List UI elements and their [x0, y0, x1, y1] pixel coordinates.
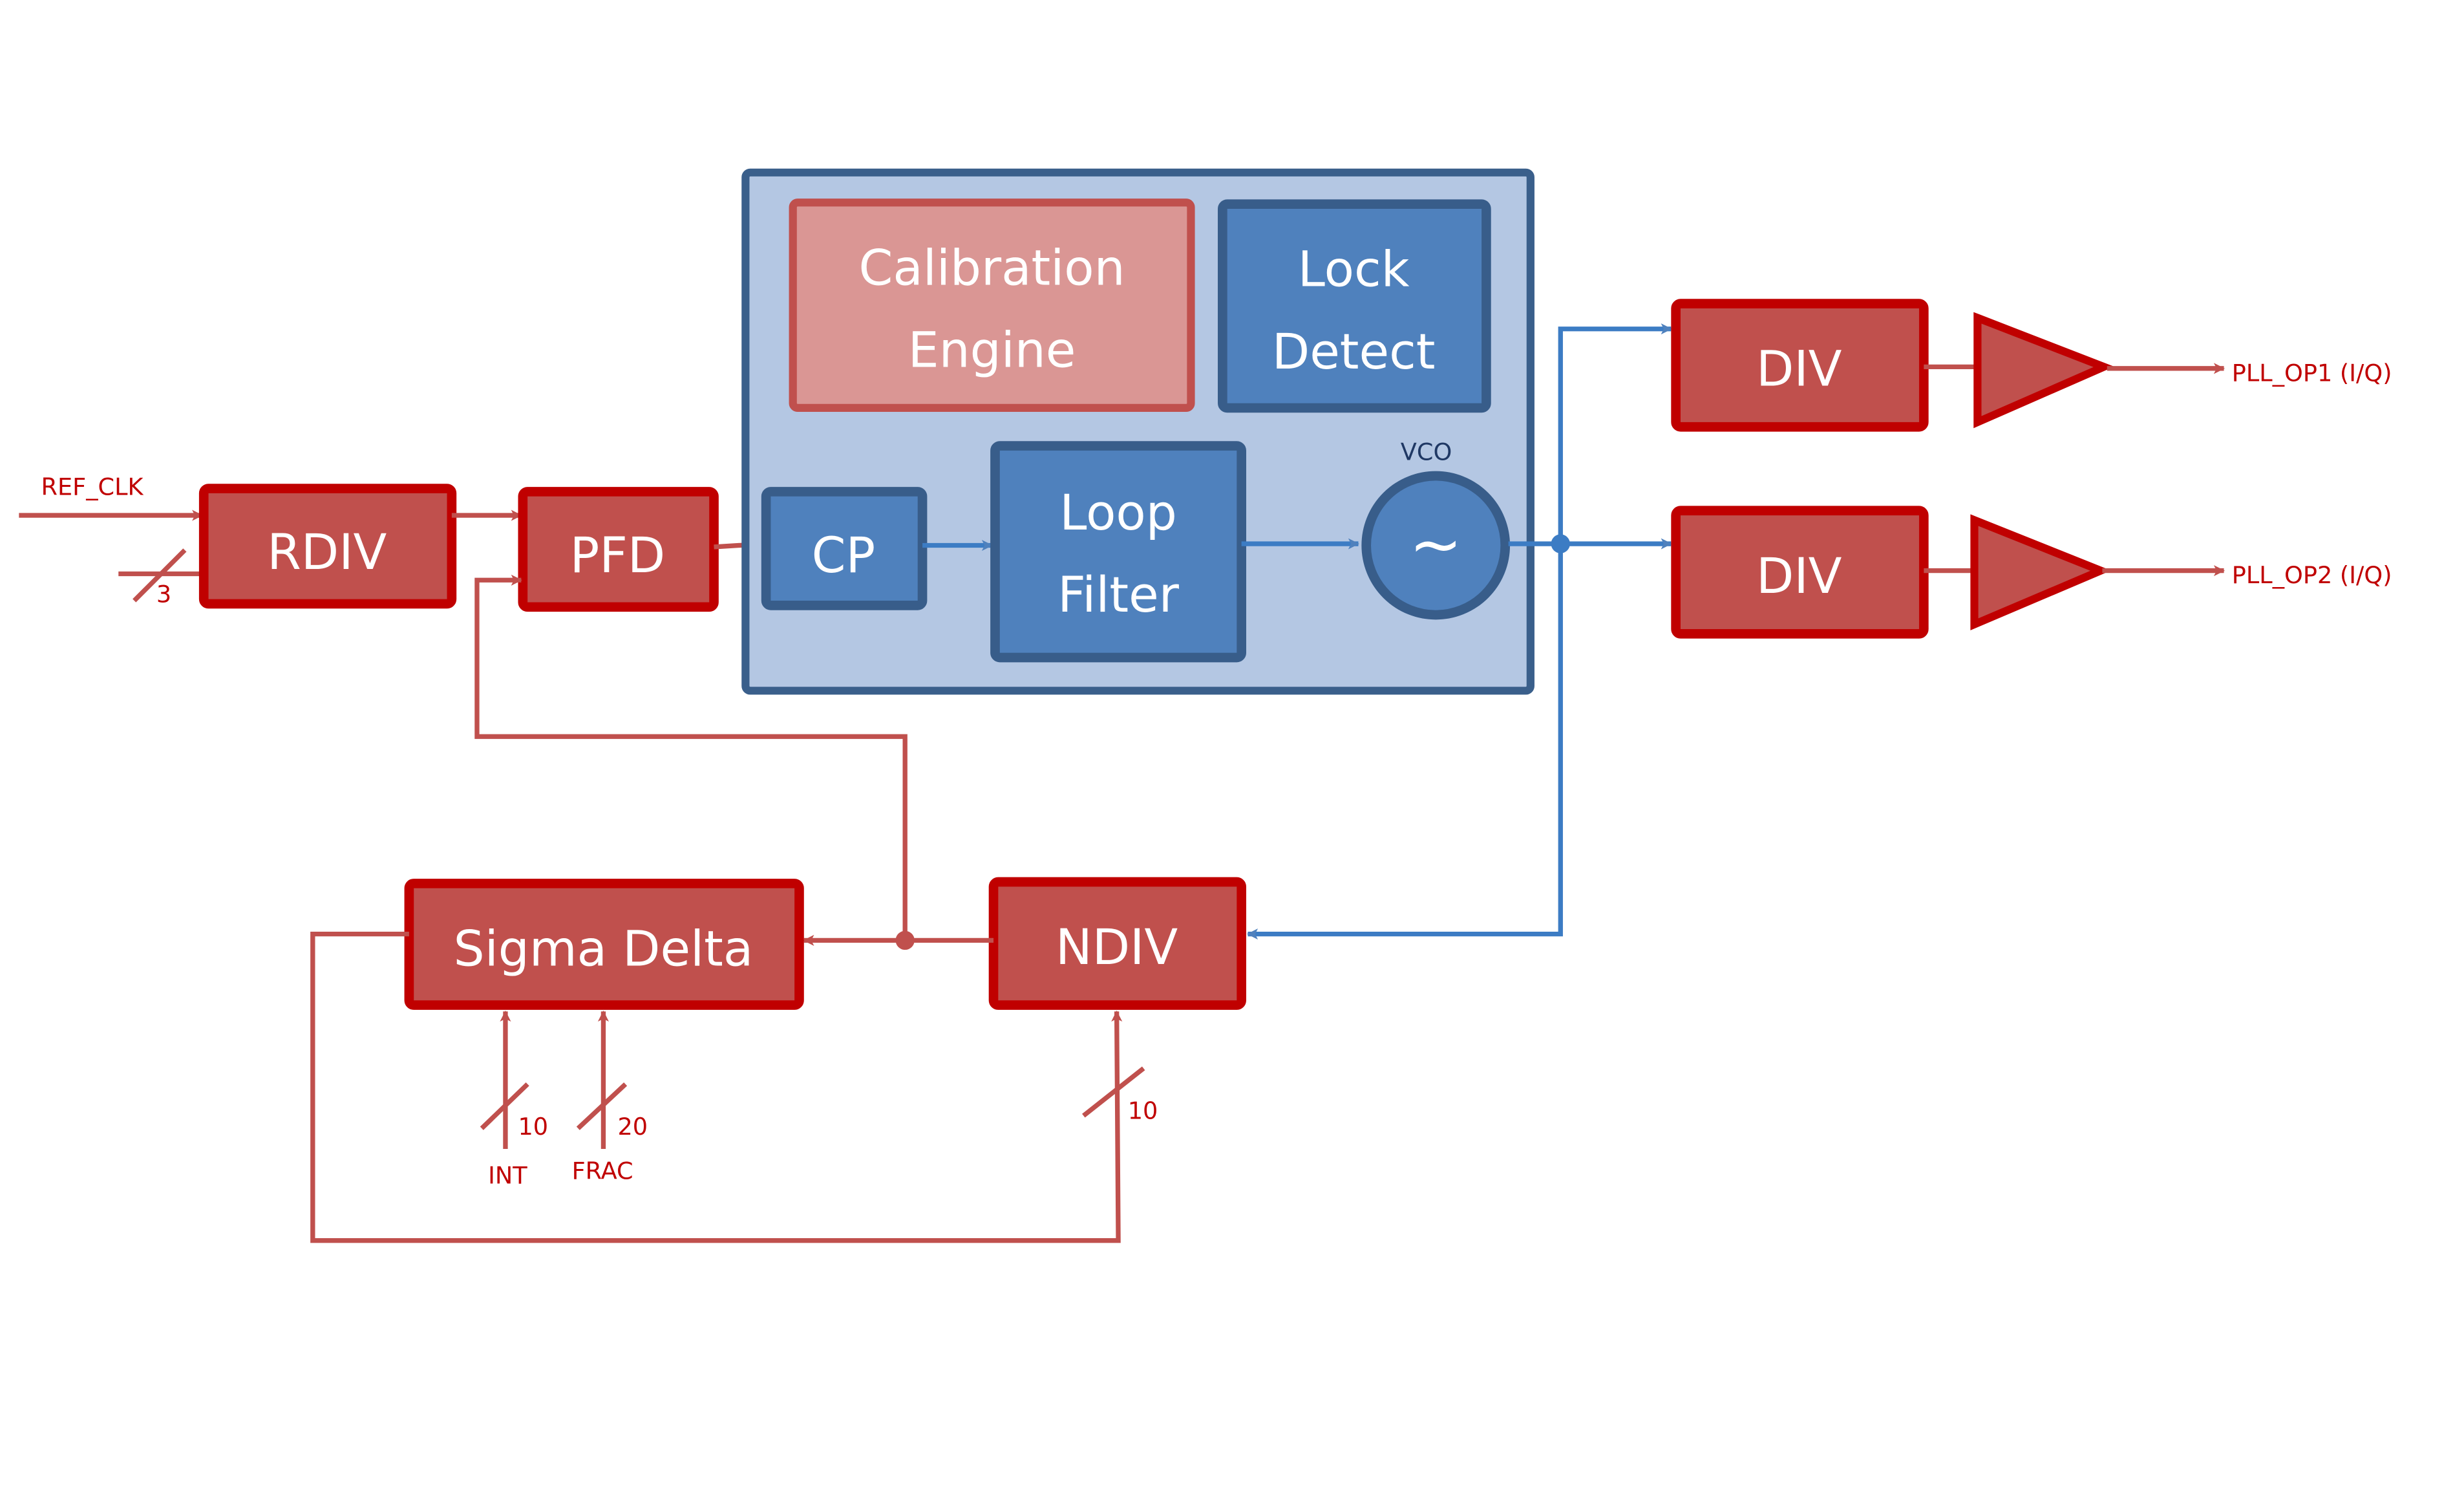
buffer2-triangle-icon	[1970, 514, 2111, 630]
sigma-delta-block: Sigma Delta	[404, 879, 804, 1010]
pll-block-diagram: .rw{stroke:#C0504D;stroke-width:3;fill:n…	[19, 168, 2392, 1243]
calibration-label-1: Calibration	[858, 239, 1125, 296]
int-label: INT	[488, 1162, 527, 1190]
div1-label: DIV	[1756, 341, 1842, 398]
loop-filter-block: Loop Filter	[990, 441, 1246, 663]
div2-label: DIV	[1756, 548, 1842, 605]
div1-block: DIV	[1671, 299, 1929, 432]
buffer1-triangle-icon	[1973, 312, 2114, 429]
pfd-label: PFD	[570, 527, 666, 584]
rdiv-bus-width: 3	[156, 580, 171, 608]
sigma-delta-label: Sigma Delta	[454, 920, 754, 977]
ref-clk-label: REF_CLK	[41, 473, 144, 500]
ndiv-bus-width: 10	[1128, 1097, 1158, 1125]
frac-bus-width: 20	[617, 1113, 648, 1141]
op2-label: PLL_OP2 (I/Q)	[2232, 561, 2392, 589]
vco-to-div1-wire	[1558, 323, 1672, 544]
div2-block: DIV	[1671, 506, 1929, 639]
junction-dot	[1551, 534, 1570, 553]
loop-label-2: Filter	[1057, 566, 1179, 623]
frac-label: FRAC	[572, 1157, 633, 1184]
pfd-block: PFD	[518, 487, 719, 612]
feedback-junction-dot	[895, 930, 915, 950]
lock-label-2: Detect	[1272, 323, 1436, 380]
oscillator-tilde-icon: ~	[1409, 508, 1462, 581]
calibration-engine-block: Calibration Engine	[789, 198, 1195, 413]
loop-label-1: Loop	[1059, 484, 1177, 541]
lock-detect-block: Lock Detect	[1218, 199, 1491, 413]
op1-label: PLL_OP1 (I/Q)	[2232, 359, 2392, 387]
vco-label: VCO	[1401, 438, 1452, 466]
lock-label-1: Lock	[1298, 241, 1410, 298]
calibration-label-2: Engine	[908, 321, 1076, 378]
ndiv-label: NDIV	[1056, 919, 1178, 976]
rdiv-block: RDIV	[198, 484, 457, 609]
ndiv-block: NDIV	[988, 877, 1246, 1010]
int-bus-width: 10	[518, 1113, 548, 1141]
cp-block: CP	[761, 487, 928, 610]
rdiv-label: RDIV	[267, 524, 387, 581]
cp-label: CP	[812, 527, 876, 584]
